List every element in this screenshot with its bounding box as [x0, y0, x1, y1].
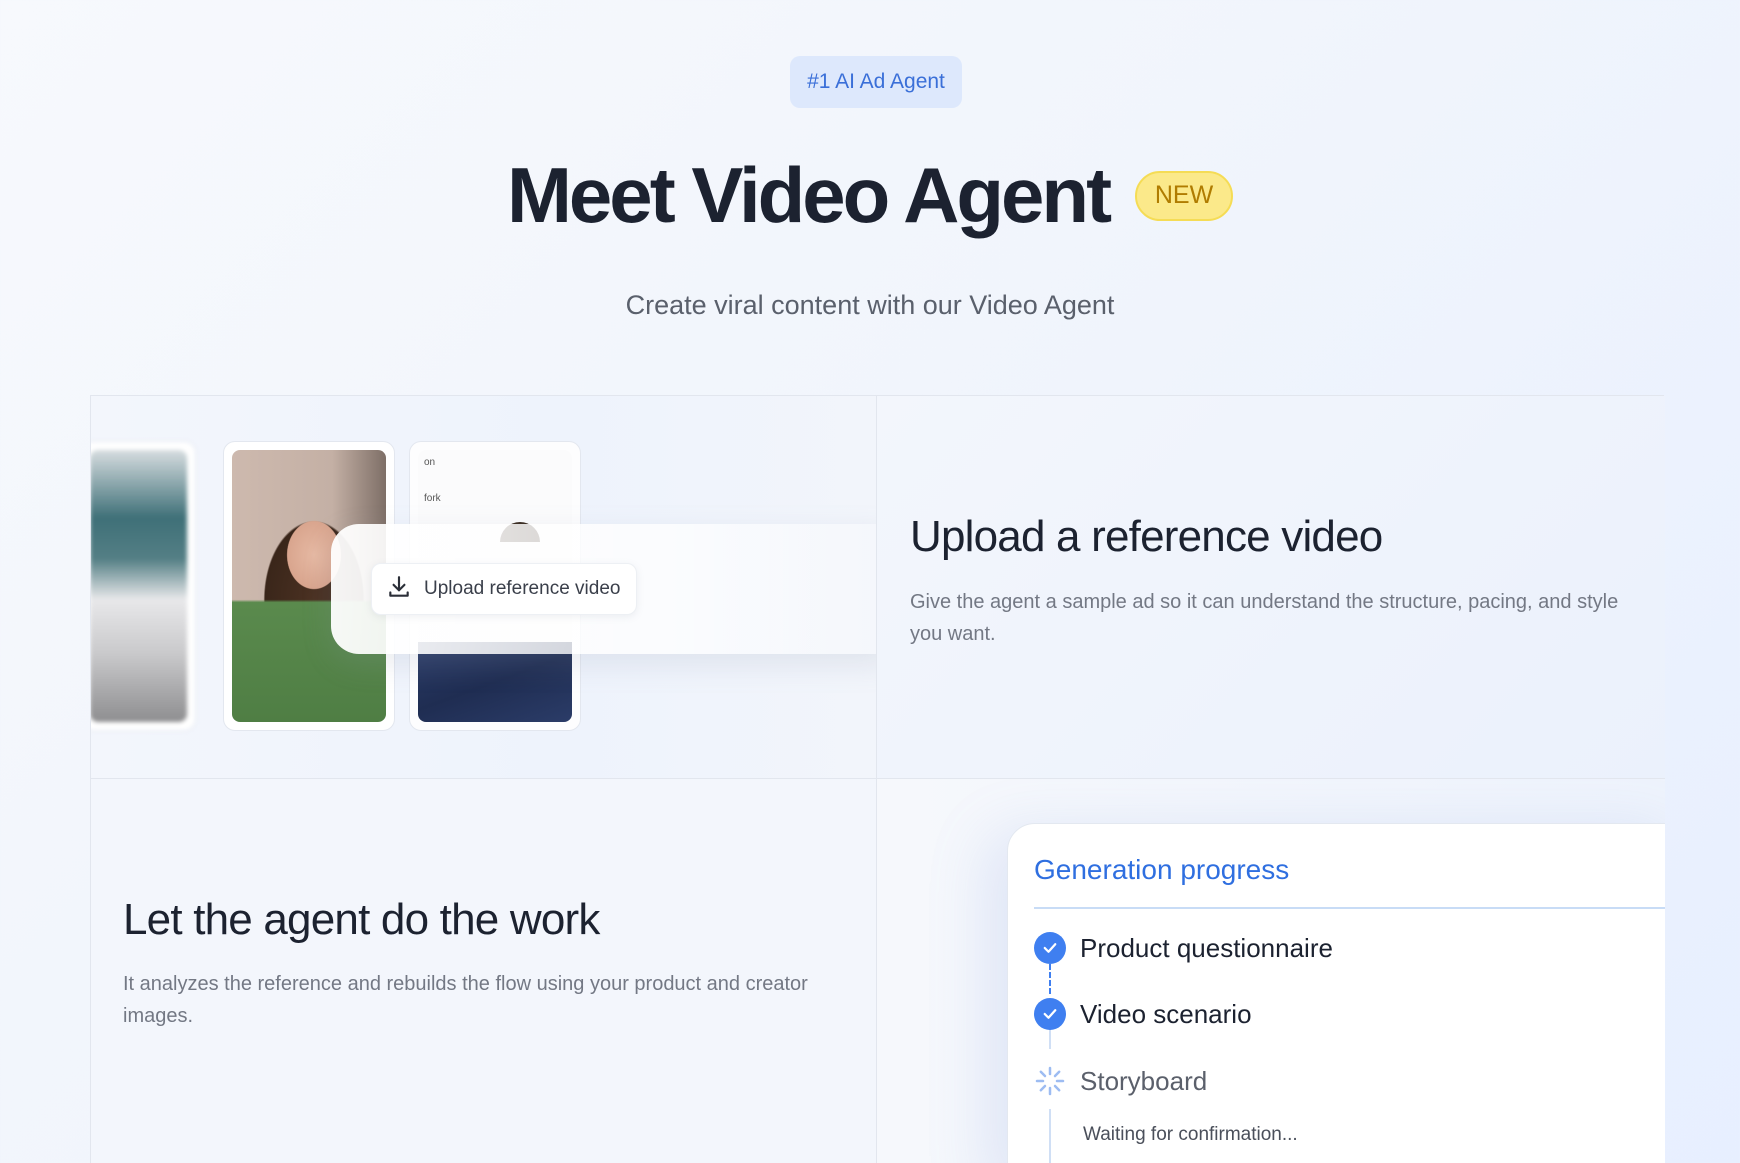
- upload-button-label: Upload reference video: [424, 578, 621, 599]
- agent-description: It analyzes the reference and rebuilds t…: [123, 973, 808, 1027]
- step-product-questionnaire: Product questionnaire: [1034, 932, 1333, 964]
- step-storyboard: Storyboard: [1034, 1065, 1207, 1097]
- progress-divider: [1034, 907, 1665, 909]
- step-label: Product questionnaire: [1080, 932, 1333, 963]
- agent-title: Let the agent do the work: [123, 895, 600, 944]
- check-icon: [1034, 998, 1066, 1030]
- page-subtitle: Create viral content with our Video Agen…: [625, 290, 1115, 320]
- hero-title-row: Meet Video Agent NEW: [0, 150, 1740, 241]
- upload-text-panel: Upload a reference video Give the agent …: [877, 396, 1665, 779]
- spinner-icon: [1034, 1065, 1066, 1097]
- upload-title: Upload a reference video: [910, 512, 1383, 561]
- feature-grid: on fork d Upload reference video Upload …: [90, 395, 1665, 1163]
- upload-description: Give the agent a sample ad so it can und…: [910, 591, 1619, 645]
- progress-illustration: Generation progress Product questionnair…: [877, 779, 1665, 1163]
- step-label: Storyboard: [1080, 1065, 1208, 1096]
- step-connector: [1049, 1109, 1051, 1163]
- agent-text-panel: Let the agent do the work It analyzes th…: [91, 779, 877, 1163]
- new-badge: NEW: [1135, 170, 1234, 221]
- upload-illustration: on fork d Upload reference video: [91, 396, 877, 779]
- generation-progress-panel: Generation progress Product questionnair…: [1007, 823, 1665, 1163]
- phone-preview-blurred: [91, 441, 196, 731]
- step-video-scenario: Video scenario: [1034, 998, 1252, 1030]
- step-status-note: Waiting for confirmation...: [1083, 1124, 1298, 1145]
- tagline-pill: #1 AI Ad Agent: [790, 56, 962, 108]
- page-title: Meet Video Agent: [506, 151, 1112, 239]
- check-icon: [1034, 932, 1066, 964]
- step-label: Video scenario: [1080, 998, 1252, 1029]
- upload-reference-button[interactable]: Upload reference video: [371, 563, 638, 615]
- step-connector: [1049, 964, 1051, 994]
- download-icon: [386, 574, 412, 605]
- step-connector: [1049, 1029, 1051, 1049]
- progress-title: Generation progress: [1034, 854, 1290, 885]
